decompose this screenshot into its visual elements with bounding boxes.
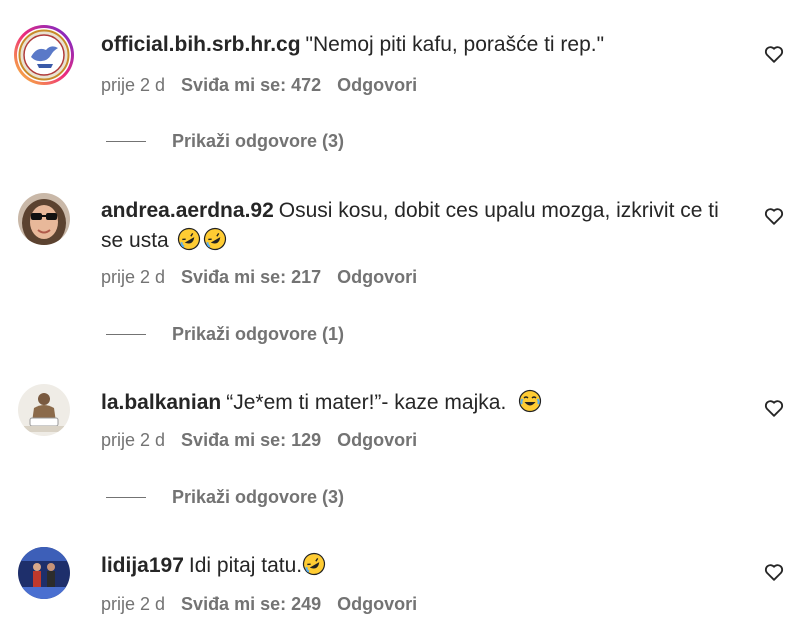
comment-username[interactable]: official.bih.srb.hr.cg (101, 33, 301, 56)
comment-text: Idi pitaj tatu. (188, 554, 303, 577)
comment-likes[interactable]: Sviđa mi se: 217 (181, 267, 321, 287)
rolling-on-floor-laughing-emoji (177, 227, 201, 251)
view-replies-label: Prikaži odgovore (3) (172, 487, 345, 507)
comment-meta: prije 2 d Sviđa mi se: 472 Odgovori (101, 75, 433, 96)
view-replies-label: Prikaži odgovore (1) (172, 324, 345, 344)
avatar[interactable] (13, 24, 75, 86)
divider-line (106, 497, 146, 498)
comment-meta: prije 2 d Sviđa mi se: 249 Odgovori (101, 594, 433, 615)
comment-body: lidija197 Idi pitaj tatu. (101, 551, 741, 581)
heart-icon[interactable] (763, 561, 785, 583)
divider-line (106, 141, 146, 142)
comment-time[interactable]: prije 2 d (101, 594, 165, 614)
comment-text: "Nemoj piti kafu, porašće ti rep." (305, 33, 605, 56)
avatar[interactable] (18, 547, 70, 599)
comment-likes[interactable]: Sviđa mi se: 249 (181, 594, 321, 614)
heart-icon[interactable] (763, 397, 785, 419)
rolling-on-floor-laughing-emoji (203, 227, 227, 251)
divider-line (106, 334, 146, 335)
comment-likes[interactable]: Sviđa mi se: 129 (181, 430, 321, 450)
comment-meta: prije 2 d Sviđa mi se: 129 Odgovori (101, 430, 433, 451)
view-replies-button[interactable]: Prikaži odgovore (1) (106, 324, 344, 345)
avatar[interactable] (18, 193, 70, 245)
face-with-tears-of-joy-emoji (518, 389, 542, 413)
heart-icon[interactable] (763, 43, 785, 65)
view-replies-button[interactable]: Prikaži odgovore (3) (106, 131, 344, 152)
comment-username[interactable]: andrea.aerdna.92 (101, 199, 274, 222)
comment-username[interactable]: la.balkanian (101, 391, 221, 414)
comment-body: andrea.aerdna.92 Osusi kosu, dobit ces up… (101, 196, 741, 256)
reply-button[interactable]: Odgovori (337, 594, 417, 614)
comment-text: “Je*em ti mater!”- kaze majka. (226, 391, 507, 414)
comment-username[interactable]: lidija197 (101, 554, 184, 577)
comment-time[interactable]: prije 2 d (101, 430, 165, 450)
comment-time[interactable]: prije 2 d (101, 267, 165, 287)
view-replies-label: Prikaži odgovore (3) (172, 131, 345, 151)
comment-meta: prije 2 d Sviđa mi se: 217 Odgovori (101, 267, 433, 288)
comment-likes[interactable]: Sviđa mi se: 472 (181, 75, 321, 95)
heart-icon[interactable] (763, 205, 785, 227)
avatar[interactable] (18, 384, 70, 436)
comment-body: la.balkanian “Je*em ti mater!”- kaze majk… (101, 388, 741, 418)
view-replies-button[interactable]: Prikaži odgovore (3) (106, 487, 344, 508)
comment-body: official.bih.srb.hr.cg "Nemoj piti kafu, … (101, 30, 741, 60)
reply-button[interactable]: Odgovori (337, 75, 417, 95)
comment-time[interactable]: prije 2 d (101, 75, 165, 95)
rolling-on-floor-laughing-emoji (302, 552, 326, 576)
reply-button[interactable]: Odgovori (337, 430, 417, 450)
reply-button[interactable]: Odgovori (337, 267, 417, 287)
